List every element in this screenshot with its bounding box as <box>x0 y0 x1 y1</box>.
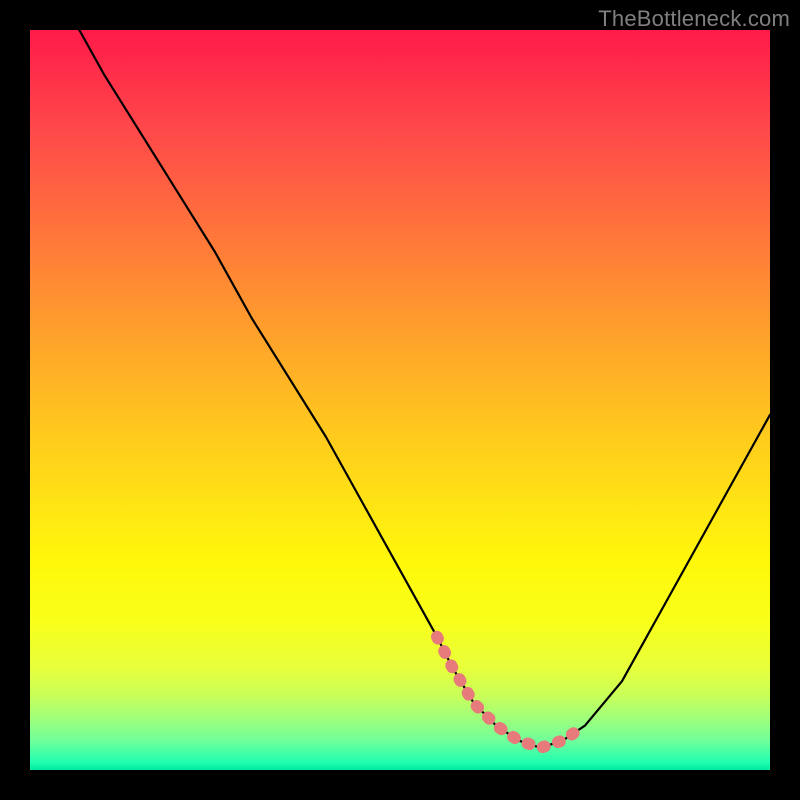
watermark-label: TheBottleneck.com <box>598 6 790 32</box>
curve-marker-region <box>437 637 585 748</box>
chart-frame: TheBottleneck.com <box>0 0 800 800</box>
curve-svg <box>30 30 770 770</box>
plot-area <box>30 30 770 770</box>
bottleneck-curve <box>67 30 770 748</box>
